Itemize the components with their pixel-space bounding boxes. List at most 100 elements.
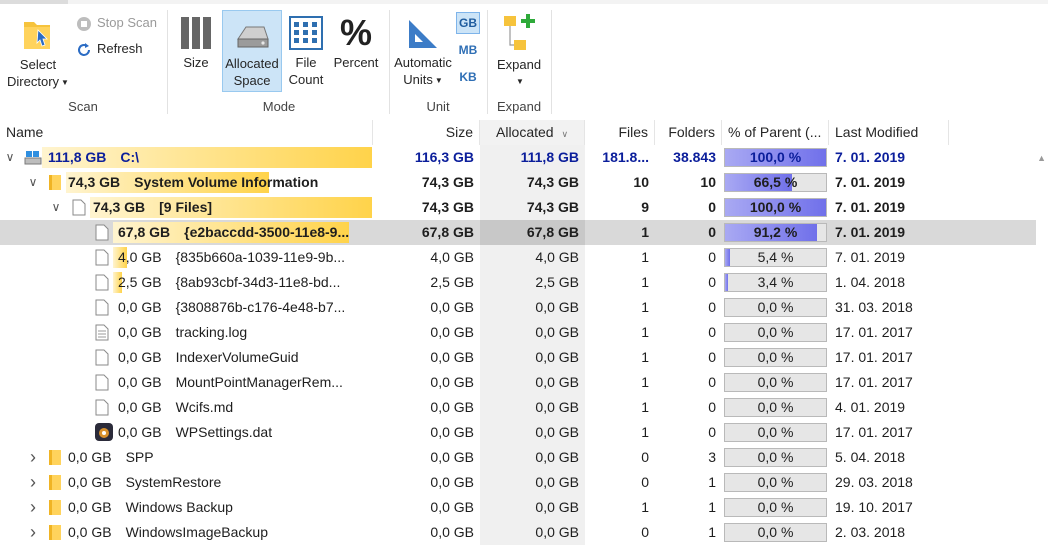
drive-icon (24, 149, 42, 166)
chevron-right-icon[interactable]: › (26, 495, 40, 520)
files-cell: 0 (641, 449, 649, 465)
column-header-allocated[interactable]: Allocated ∨ (480, 120, 585, 145)
item-name: tracking.log (175, 324, 248, 340)
chevron-down-icon[interactable]: ∨ (49, 195, 63, 220)
tree-row[interactable]: › 0,0 GB Windows Backup 0,0 GB 0,0 GB 1 1 0,0 %… (0, 495, 1048, 520)
name-cell: 67,8 GB {e2baccdd-3500-11e8-9... (0, 220, 373, 245)
unit-gb-button[interactable]: GB (456, 12, 480, 34)
tree-row[interactable]: 2,5 GB {8ab93cbf-34d3-11e8-bd... 2,5 GB 2,5… (0, 270, 1048, 295)
size-label: 0,0 GB (118, 299, 162, 315)
file-tree-grid: Name Size Allocated ∨ Files Folders % of… (0, 120, 1048, 547)
percent-bar: 91,2 % (724, 223, 827, 242)
tree-row[interactable]: › 0,0 GB SystemRestore 0,0 GB 0,0 GB 0 1 0,0 % 2… (0, 470, 1048, 495)
files-cell: 0 (641, 524, 649, 540)
mode-size-button[interactable]: Size (174, 14, 218, 80)
tree-row[interactable]: › 0,0 GB SPP 0,0 GB 0,0 GB 0 3 0,0 % 5. 04. 2018 (0, 445, 1048, 470)
name-cell: 0,0 GB IndexerVolumeGuid (0, 345, 373, 370)
file-icon (95, 349, 109, 366)
sort-descending-icon: ∨ (561, 129, 569, 139)
tree-row[interactable]: 0,0 GB IndexerVolumeGuid 0,0 GB 0,0 GB 1 0 0,0… (0, 345, 1048, 370)
last-modified-cell: 4. 01. 2019 (835, 399, 906, 415)
chevron-down-icon[interactable]: ∨ (26, 170, 40, 195)
last-modified-cell: 17. 01. 2017 (835, 374, 913, 390)
unit-kb-button[interactable]: KB (457, 67, 479, 87)
expand-button[interactable]: Expand ▼ (494, 12, 544, 94)
folders-cell: 1 (708, 499, 716, 515)
chevron-right-icon[interactable]: › (26, 520, 40, 545)
column-header-files[interactable]: Files (585, 120, 655, 145)
percent-value: 3,4 % (757, 274, 794, 290)
scan-group-label: Scan (68, 99, 98, 114)
column-header-folders[interactable]: Folders (655, 120, 722, 145)
size-label: 0,0 GB (118, 374, 162, 390)
tree-row[interactable]: 0,0 GB WPSettings.dat 0,0 GB 0,0 GB 1 0 0,0 % 1… (0, 420, 1048, 445)
last-modified-cell: 29. 03. 2018 (835, 474, 913, 490)
column-header-last-modified[interactable]: Last Modified (829, 120, 949, 145)
file-icon (95, 249, 109, 266)
automatic-units-button[interactable]: Automatic Units ▼ (392, 14, 454, 94)
file-icon (95, 224, 109, 241)
mode-group-label: Mode (262, 99, 296, 114)
column-header-name[interactable]: Name (0, 120, 373, 145)
size-cell: 67,8 GB (421, 224, 474, 240)
tree-row[interactable]: 0,0 GB tracking.log 0,0 GB 0,0 GB 1 0 0,0 % 17.… (0, 320, 1048, 345)
item-name: {e2baccdd-3500-11e8-9... (184, 224, 350, 240)
ribbon-top-strip (0, 0, 1048, 4)
allocated-cell: 0,0 GB (480, 370, 585, 395)
name-cell: › 0,0 GB SPP (0, 445, 373, 470)
item-name: Wcifs.md (175, 399, 234, 415)
chevron-down-icon[interactable]: ∨ (3, 145, 17, 170)
size-cell: 0,0 GB (430, 399, 474, 415)
folders-cell: 0 (708, 424, 716, 440)
size-cell: 4,0 GB (430, 249, 474, 265)
folder-icon (48, 474, 62, 491)
tree-row[interactable]: ∨ 74,3 GB [9 Files] 74,3 GB 74,3 GB 9 0 100,0 %… (0, 195, 1048, 220)
last-modified-cell: 7. 01. 2019 (835, 199, 906, 215)
allocated-cell: 0,0 GB (480, 520, 585, 545)
column-header-percent[interactable]: % of Parent (... (722, 120, 829, 145)
files-cell: 1 (641, 374, 649, 390)
item-name: {835b660a-1039-11e9-9b... (175, 249, 346, 265)
tree-row[interactable]: 0,0 GB {3808876b-c176-4e48-b7... 0,0 GB 0,0… (0, 295, 1048, 320)
size-cell: 0,0 GB (430, 524, 474, 540)
unit-mb-button[interactable]: MB (457, 40, 479, 60)
tree-row[interactable]: 4,0 GB {835b660a-1039-11e9-9b... 4,0 GB 4,0… (0, 245, 1048, 270)
refresh-button[interactable]: Refresh (76, 39, 143, 59)
tree-row[interactable]: 67,8 GB {e2baccdd-3500-11e8-9... 67,8 GB 67… (0, 220, 1048, 245)
column-header-size[interactable]: Size (373, 120, 480, 145)
mode-percent-button[interactable]: % Percent (332, 14, 380, 80)
percent-bar: 0,0 % (724, 298, 827, 317)
chevron-right-icon[interactable]: › (26, 445, 40, 470)
files-cell: 0 (641, 474, 649, 490)
size-cell: 0,0 GB (430, 424, 474, 440)
item-name: IndexerVolumeGuid (175, 349, 299, 365)
name-cell: ∨ 111,8 GB C:\ (0, 145, 373, 170)
scroll-up-arrow-icon[interactable]: ▲ (1037, 153, 1046, 163)
percent-bar: 0,0 % (724, 398, 827, 417)
files-cell: 1 (641, 224, 649, 240)
name-cell: › 0,0 GB WindowsImageBackup (0, 520, 373, 545)
mode-file-count-button[interactable]: File Count (284, 14, 328, 94)
expand-label: Expand (496, 57, 542, 72)
tree-row[interactable]: 0,0 GB MountPointManagerRem... 0,0 GB 0,0 G… (0, 370, 1048, 395)
automatic-units-label: Automatic (394, 55, 452, 70)
select-directory-button[interactable]: Select Directory ▼ (4, 14, 72, 96)
file-icon (95, 299, 109, 316)
tree-row[interactable]: ∨ 74,3 GB System Volume Information 74,3 GB… (0, 170, 1048, 195)
stop-scan-button[interactable]: Stop Scan (76, 13, 157, 33)
folders-cell: 0 (708, 374, 716, 390)
percent-value: 100,0 % (749, 149, 802, 165)
tree-row[interactable]: 0,0 GB Wcifs.md 0,0 GB 0,0 GB 1 0 0,0 % 4. 01. … (0, 395, 1048, 420)
vertical-scrollbar[interactable]: ▲ (1036, 145, 1048, 547)
expand-group-label: Expand (496, 99, 542, 114)
tree-row[interactable]: ∨ 111,8 GB C:\ 116,3 GB 111,8 GB 181.8... 38.8… (0, 145, 1048, 170)
files-cell: 1 (641, 274, 649, 290)
allocated-cell: 111,8 GB (480, 145, 585, 170)
allocated-cell: 0,0 GB (480, 295, 585, 320)
tree-row[interactable]: › 0,0 GB WindowsImageBackup 0,0 GB 0,0 GB 0 1 0… (0, 520, 1048, 545)
chevron-right-icon[interactable]: › (26, 470, 40, 495)
size-label: 0,0 GB (68, 524, 112, 540)
mode-allocated-button[interactable]: Allocated Space (222, 10, 282, 92)
percent-bar: 0,0 % (724, 473, 827, 492)
allocated-cell: 2,5 GB (480, 270, 585, 295)
